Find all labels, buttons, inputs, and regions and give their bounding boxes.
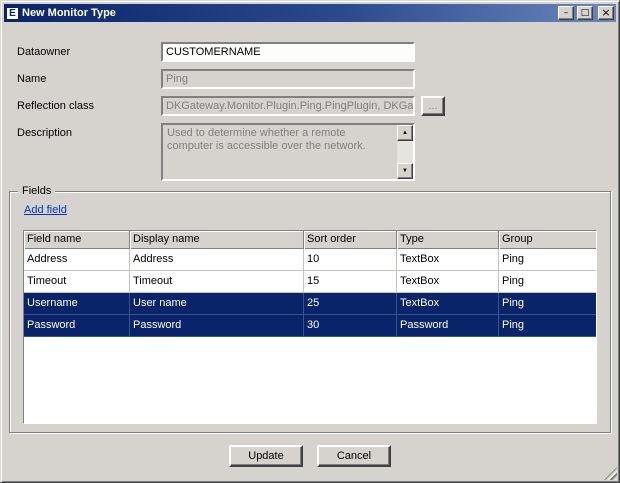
table-row-selected[interactable]: Username User name 25 TextBox Ping xyxy=(24,293,596,315)
cell-type: TextBox xyxy=(397,249,499,271)
titlebar[interactable]: E New Monitor Type – □ × xyxy=(4,4,616,22)
cell-display-name: Timeout xyxy=(130,271,304,293)
cell-sort-order: 25 xyxy=(304,293,397,315)
column-header-group[interactable]: Group xyxy=(499,231,597,249)
table-header-row: Field name Display name Sort order Type … xyxy=(24,231,596,249)
cell-sort-order: 30 xyxy=(304,315,397,337)
column-header-sort-order[interactable]: Sort order xyxy=(304,231,397,249)
description-scrollbar[interactable]: ▲ ▼ xyxy=(397,125,413,179)
scroll-down-icon[interactable]: ▼ xyxy=(397,163,413,179)
column-header-type[interactable]: Type xyxy=(397,231,499,249)
cell-field-name: Password xyxy=(24,315,130,337)
close-button[interactable]: × xyxy=(598,6,614,20)
new-monitor-type-dialog: E New Monitor Type – □ × Dataowner Name … xyxy=(0,0,620,483)
cell-field-name: Username xyxy=(24,293,130,315)
fields-groupbox: Fields Add field Field name Display name… xyxy=(9,191,611,433)
cell-group: Ping xyxy=(499,249,597,271)
cell-group: Ping xyxy=(499,315,597,337)
cell-type: TextBox xyxy=(397,293,499,315)
fields-group-title: Fields xyxy=(18,185,55,197)
browse-button: ... xyxy=(421,96,445,116)
table-row[interactable]: Address Address 10 TextBox Ping xyxy=(24,249,596,271)
column-header-field-name[interactable]: Field name xyxy=(24,231,130,249)
cell-field-name: Address xyxy=(24,249,130,271)
cell-display-name: Password xyxy=(130,315,304,337)
description-label: Description xyxy=(17,127,72,139)
cancel-button[interactable]: Cancel xyxy=(317,445,391,467)
cell-display-name: Address xyxy=(130,249,304,271)
add-field-link[interactable]: Add field xyxy=(24,204,67,216)
name-label: Name xyxy=(17,73,46,85)
reflection-class-label: Reflection class xyxy=(17,100,94,112)
table-row[interactable]: Timeout Timeout 15 TextBox Ping xyxy=(24,271,596,293)
cell-type: TextBox xyxy=(397,271,499,293)
cell-sort-order: 10 xyxy=(304,249,397,271)
column-header-display-name[interactable]: Display name xyxy=(130,231,304,249)
cell-display-name: User name xyxy=(130,293,304,315)
cell-sort-order: 15 xyxy=(304,271,397,293)
cell-field-name: Timeout xyxy=(24,271,130,293)
resize-grip[interactable] xyxy=(604,467,617,480)
description-input: Used to determine whether a remote compu… xyxy=(161,123,415,181)
description-text: Used to determine whether a remote compu… xyxy=(163,125,397,179)
scroll-up-icon[interactable]: ▲ xyxy=(397,125,413,141)
cell-group: Ping xyxy=(499,293,597,315)
maximize-button[interactable]: □ xyxy=(577,6,593,20)
fields-table: Field name Display name Sort order Type … xyxy=(23,230,597,424)
dataowner-input[interactable] xyxy=(161,42,415,62)
reflection-class-input: DKGateway.Monitor.Plugin.Ping.PingPlugin… xyxy=(161,96,415,116)
cell-group: Ping xyxy=(499,271,597,293)
app-icon: E xyxy=(6,7,19,20)
table-row-selected[interactable]: Password Password 30 Password Ping xyxy=(24,315,596,337)
update-button[interactable]: Update xyxy=(229,445,303,467)
cell-type: Password xyxy=(397,315,499,337)
dataowner-label: Dataowner xyxy=(17,46,70,58)
minimize-button[interactable]: – xyxy=(558,6,574,20)
name-input: Ping xyxy=(161,69,415,89)
window-title: New Monitor Type xyxy=(22,7,555,19)
